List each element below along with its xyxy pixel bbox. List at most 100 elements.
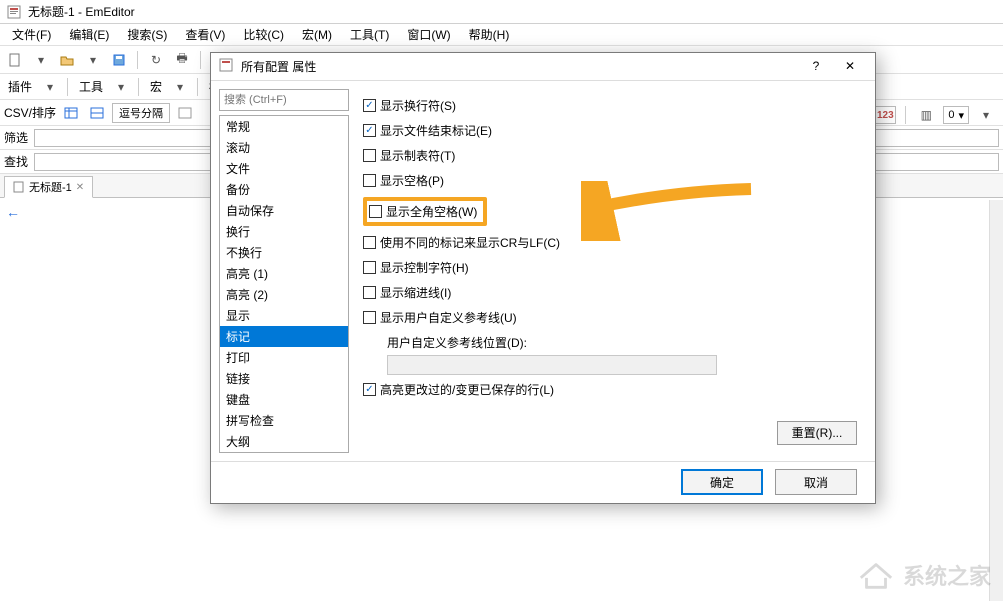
macros-label[interactable]: 宏 [146, 78, 166, 95]
plugins-label[interactable]: 插件 [4, 78, 36, 95]
category-item[interactable]: 标记 [220, 326, 348, 347]
ok-button[interactable]: 确定 [681, 469, 763, 495]
close-button[interactable]: ✕ [833, 54, 867, 78]
properties-dialog: 所有配置 属性 ? ✕ 常规滚动文件备份自动保存换行不换行高亮 (1)高亮 (2… [210, 52, 876, 504]
open-dropdown-icon[interactable]: ▾ [82, 49, 104, 71]
checkbox-diff-crlf[interactable] [363, 236, 376, 249]
category-item[interactable]: 高亮 (1) [220, 263, 348, 284]
new-file-icon[interactable] [4, 49, 26, 71]
extra-icon[interactable]: ▾ [975, 104, 997, 126]
category-item[interactable]: 换行 [220, 221, 348, 242]
category-item[interactable]: 常规 [220, 116, 348, 137]
guide-position-input [387, 355, 717, 375]
ruler-icon[interactable]: 123 [874, 106, 896, 124]
menu-help[interactable]: 帮助(H) [461, 24, 518, 45]
watermark-text: 系统之家 [903, 559, 991, 591]
category-item[interactable]: 自动保存 [220, 200, 348, 221]
menu-compare[interactable]: 比较(C) [235, 24, 292, 45]
checkbox-show-indent[interactable] [363, 286, 376, 299]
filter-label: 筛选 [4, 129, 28, 146]
document-tab[interactable]: 无标题-1 ✕ [4, 176, 93, 198]
separator [200, 51, 201, 69]
csv-icon-2[interactable] [86, 102, 108, 124]
separator [137, 51, 138, 69]
column-icon[interactable]: ▥ [915, 104, 937, 126]
checkbox-highlight-changed[interactable] [363, 383, 376, 396]
watermark: 系统之家 [857, 559, 991, 591]
dialog-body: 常规滚动文件备份自动保存换行不换行高亮 (1)高亮 (2)显示标记打印链接键盘拼… [211, 81, 875, 461]
menu-search[interactable]: 搜索(S) [119, 24, 175, 45]
separator [905, 106, 906, 124]
checkbox-label: 显示空格(P) [380, 172, 444, 189]
save-icon[interactable] [108, 49, 130, 71]
category-item[interactable]: 拼写检查 [220, 410, 348, 431]
tab-label: 无标题-1 [29, 179, 72, 195]
checkbox-label: 高亮更改过的/变更已保存的行(L) [380, 381, 554, 398]
csv-icon[interactable] [60, 102, 82, 124]
menu-tools[interactable]: 工具(T) [342, 24, 397, 45]
menu-window[interactable]: 窗口(W) [399, 24, 458, 45]
checkbox-label: 显示用户自定义参考线(U) [380, 309, 517, 326]
checkbox-show-tab[interactable] [363, 149, 376, 162]
dialog-right-panel: 显示换行符(S) 显示文件结束标记(E) 显示制表符(T) 显示空格(P) 显示… [359, 89, 867, 453]
dropdown-icon[interactable]: ▾ [40, 77, 60, 97]
dropdown-icon[interactable]: ▾ [170, 77, 190, 97]
reset-button[interactable]: 重置(R)... [777, 421, 857, 445]
checkbox-show-ctrl[interactable] [363, 261, 376, 274]
scrollbar[interactable] [989, 200, 1003, 601]
category-item[interactable]: 不换行 [220, 242, 348, 263]
category-item[interactable]: 键盘 [220, 389, 348, 410]
menubar: 文件(F) 编辑(E) 搜索(S) 查看(V) 比较(C) 宏(M) 工具(T)… [0, 24, 1003, 46]
window-title: 无标题-1 - EmEditor [28, 3, 135, 20]
checkbox-label: 显示控制字符(H) [380, 259, 469, 276]
highlighted-option: 显示全角空格(W) [363, 197, 487, 226]
help-button[interactable]: ? [799, 54, 833, 78]
category-item[interactable]: 显示 [220, 305, 348, 326]
category-item[interactable]: 高亮 (2) [220, 284, 348, 305]
category-item[interactable]: 文件 [220, 158, 348, 179]
menu-file[interactable]: 文件(F) [4, 24, 59, 45]
dropdown-icon[interactable]: ▾ [111, 77, 131, 97]
dialog-title: 所有配置 属性 [241, 58, 316, 75]
open-file-icon[interactable] [56, 49, 78, 71]
print-icon[interactable]: 🖶 [171, 49, 193, 71]
eof-arrow-icon: ← [6, 204, 20, 220]
category-item[interactable]: 备份 [220, 179, 348, 200]
menu-view[interactable]: 查看(V) [177, 24, 233, 45]
menu-macro[interactable]: 宏(M) [294, 24, 340, 45]
checkbox-show-eof[interactable] [363, 124, 376, 137]
checkbox-label: 显示文件结束标记(E) [380, 122, 492, 139]
category-item[interactable]: 打印 [220, 347, 348, 368]
category-list[interactable]: 常规滚动文件备份自动保存换行不换行高亮 (1)高亮 (2)显示标记打印链接键盘拼… [219, 115, 349, 453]
search-label: 查找 [4, 153, 28, 170]
guide-position-block: 用户自定义参考线位置(D): [387, 334, 859, 375]
checkbox-label: 显示全角空格(W) [386, 203, 477, 220]
menu-edit[interactable]: 编辑(E) [61, 24, 117, 45]
dialog-left-panel: 常规滚动文件备份自动保存换行不换行高亮 (1)高亮 (2)显示标记打印链接键盘拼… [219, 89, 349, 453]
comma-separated-tag[interactable]: 逗号分隔 [112, 103, 170, 123]
dialog-icon [219, 58, 235, 74]
checkbox-label: 显示制表符(T) [380, 147, 455, 164]
checkbox-show-user-guide[interactable] [363, 311, 376, 324]
separator [67, 78, 68, 96]
reload-icon[interactable]: ↻ [145, 49, 167, 71]
dialog-titlebar: 所有配置 属性 ? ✕ [211, 53, 875, 81]
tools-label[interactable]: 工具 [75, 78, 107, 95]
category-item[interactable]: 滚动 [220, 137, 348, 158]
watermark-house-icon [857, 560, 895, 590]
category-item[interactable]: 大纲 [220, 431, 348, 452]
checkbox-label: 显示缩进线(I) [380, 284, 451, 301]
category-item[interactable]: 链接 [220, 368, 348, 389]
csv-extra-icon[interactable] [174, 102, 196, 124]
close-tab-icon[interactable]: ✕ [76, 182, 84, 193]
category-search-input[interactable] [219, 89, 349, 111]
separator [138, 78, 139, 96]
checkbox-show-fullwidth-space[interactable] [369, 205, 382, 218]
column-number-dropdown[interactable]: 0 ▾ [943, 106, 969, 124]
guide-position-label: 用户自定义参考线位置(D): [387, 334, 859, 351]
checkbox-show-newline[interactable] [363, 99, 376, 112]
checkbox-show-space[interactable] [363, 174, 376, 187]
titlebar: 无标题-1 - EmEditor [0, 0, 1003, 24]
new-dropdown-icon[interactable]: ▾ [30, 49, 52, 71]
cancel-button[interactable]: 取消 [775, 469, 857, 495]
